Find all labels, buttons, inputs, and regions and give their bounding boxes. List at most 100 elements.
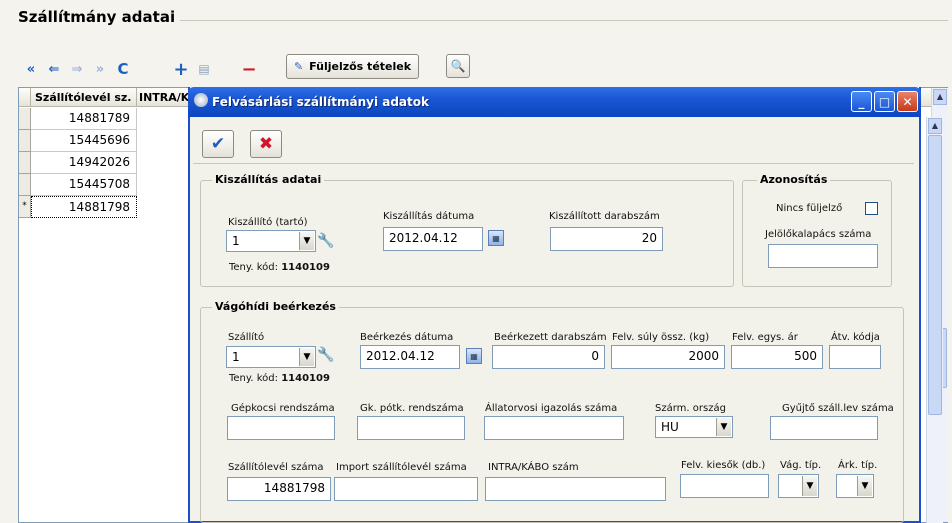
confirm-button[interactable]: ✔ [202,130,234,158]
app-icon [194,93,208,107]
chevron-down-icon[interactable]: ▼ [299,232,314,250]
row-header[interactable] [19,152,31,174]
supplier-combo[interactable]: 1 ▼ [226,230,316,252]
cancel-button[interactable]: ✖ [250,130,282,158]
grid-header-corner [19,88,31,107]
no-ear-tag-checkbox[interactable] [865,202,878,215]
column-header-waybill[interactable]: Szállítólevél sz. [35,91,131,104]
identification-group-title: Azonosítás [757,173,831,186]
supplier-label: Kiszállító (tartó) [228,217,308,228]
ear-tag-items-button[interactable]: ✎ Füljelzős tételek [286,54,419,79]
truck-plate-label: Gépkocsi rendszáma [231,403,335,414]
waybill-number-label: Szállítólevél száma [228,462,324,473]
chevron-down-icon[interactable]: ▼ [802,476,817,496]
table-row[interactable]: 15445696 [31,130,137,152]
import-waybill-field[interactable] [334,477,478,501]
intra-kabo-label: INTRA/KÁBO szám [488,462,579,473]
carrier-label: Szállító [228,332,265,343]
dialog-scrollbar[interactable]: ▲ [926,117,943,523]
no-ear-tag-label: Nincs füljelző [776,203,843,214]
arrival-herd-code-value: 1140109 [281,373,330,384]
origin-country-value: HU [661,420,679,434]
row-header[interactable] [19,174,31,196]
carrier-value: 1 [232,350,240,364]
maximize-button[interactable]: □ [874,91,895,112]
close-button[interactable]: ✕ [897,91,918,112]
refresh-button[interactable]: C [112,58,134,80]
slaughter-type-label: Vág. típ. [780,460,822,471]
previous-record-button[interactable]: ⇐ [43,58,65,80]
calendar-icon[interactable]: ▦ [488,230,504,246]
transfer-code-label: Átv. kódja [831,332,880,343]
document-button[interactable]: ▤ [193,58,215,80]
arrived-count-label: Beérkezett darabszám [494,332,607,343]
hammer-number-field[interactable] [768,244,878,268]
scroll-up-icon[interactable]: ▲ [928,118,942,134]
magnifier-icon: 🔍 [450,59,466,73]
last-record-button[interactable]: » [89,58,111,80]
shipping-date-field[interactable]: 2012.04.12 [383,227,483,251]
origin-country-label: Szárm. ország [655,403,726,414]
add-record-button[interactable]: + [170,58,192,80]
herd-code-value: 1140109 [281,262,330,273]
column-divider [136,88,137,107]
intra-kabo-field[interactable] [485,477,666,501]
table-row[interactable]: 14942026 [31,152,137,174]
arrival-herd-code-caption: Teny. kód: [229,373,279,384]
arrival-group-title: Vágóhídi beérkezés [212,300,339,313]
waybill-number-field[interactable]: 14881798 [227,477,331,501]
scroll-thumb[interactable] [928,135,942,415]
carrier-combo[interactable]: 1 ▼ [226,346,316,368]
arrival-date-field[interactable]: 2012.04.12 [360,345,460,369]
shipped-count-field[interactable]: 20 [550,227,663,251]
losses-field[interactable] [680,474,769,498]
collector-waybill-field[interactable] [770,416,878,440]
delete-record-button[interactable]: − [238,58,260,80]
current-row-marker[interactable]: * [19,196,31,218]
next-record-button[interactable]: ⇒ [66,58,88,80]
shipping-date-label: Kiszállítás dátuma [383,211,475,222]
unit-price-field[interactable]: 500 [731,345,823,369]
losses-label: Felv. kiesők (db.) [681,460,766,471]
panel-title: Szállítmány adatai [18,8,176,26]
arrival-date-label: Beérkezés dátuma [360,332,454,343]
trailer-plate-field[interactable] [357,416,465,440]
chevron-down-icon[interactable]: ▼ [857,476,872,496]
table-row[interactable]: 15445708 [31,174,137,196]
import-waybill-label: Import szállítólevél száma [336,462,467,473]
chevron-down-icon[interactable]: ▼ [716,418,731,436]
price-type-label: Árk. típ. [838,460,878,471]
table-row[interactable]: 14881798 [31,196,137,218]
wrench-icon[interactable]: 🔧 [317,231,335,251]
arrived-count-field[interactable]: 0 [492,345,605,369]
panel-title-divider [180,20,948,21]
dialog-toolbar-divider [193,163,914,164]
dialog-title: Felvásárlási szállítmányi adatok [212,95,429,109]
checkmark-icon: ✔ [210,134,226,154]
minimize-button[interactable]: _ [851,91,872,112]
cross-icon: ✖ [258,134,274,154]
trailer-plate-label: Gk. pótk. rendszáma [360,403,464,414]
calendar-icon[interactable]: ▦ [466,348,482,364]
search-button[interactable]: 🔍 [446,54,470,78]
herd-code-caption: Teny. kód: [229,262,279,273]
shipped-count-label: Kiszállított darabszám [549,211,660,222]
unit-price-label: Felv. egys. ár [732,332,798,343]
price-type-combo[interactable]: ▼ [836,474,874,498]
pencil-icon: ✎ [293,60,304,73]
chevron-down-icon[interactable]: ▼ [299,348,314,366]
scroll-up-icon[interactable]: ▲ [933,89,947,105]
transfer-code-field[interactable] [829,345,881,369]
slaughter-type-combo[interactable]: ▼ [778,474,819,498]
row-header[interactable] [19,108,31,130]
column-header-intra[interactable]: INTRA/K [139,91,189,104]
wrench-icon[interactable]: 🔧 [317,345,335,365]
first-record-button[interactable]: « [20,58,42,80]
origin-country-combo[interactable]: HU ▼ [655,416,733,438]
vet-certificate-field[interactable] [484,416,624,440]
truck-plate-field[interactable] [227,416,335,440]
table-row[interactable]: 14881789 [31,108,137,130]
row-header[interactable] [19,130,31,152]
total-weight-field[interactable]: 2000 [611,345,725,369]
total-weight-label: Felv. súly össz. (kg) [612,332,710,343]
